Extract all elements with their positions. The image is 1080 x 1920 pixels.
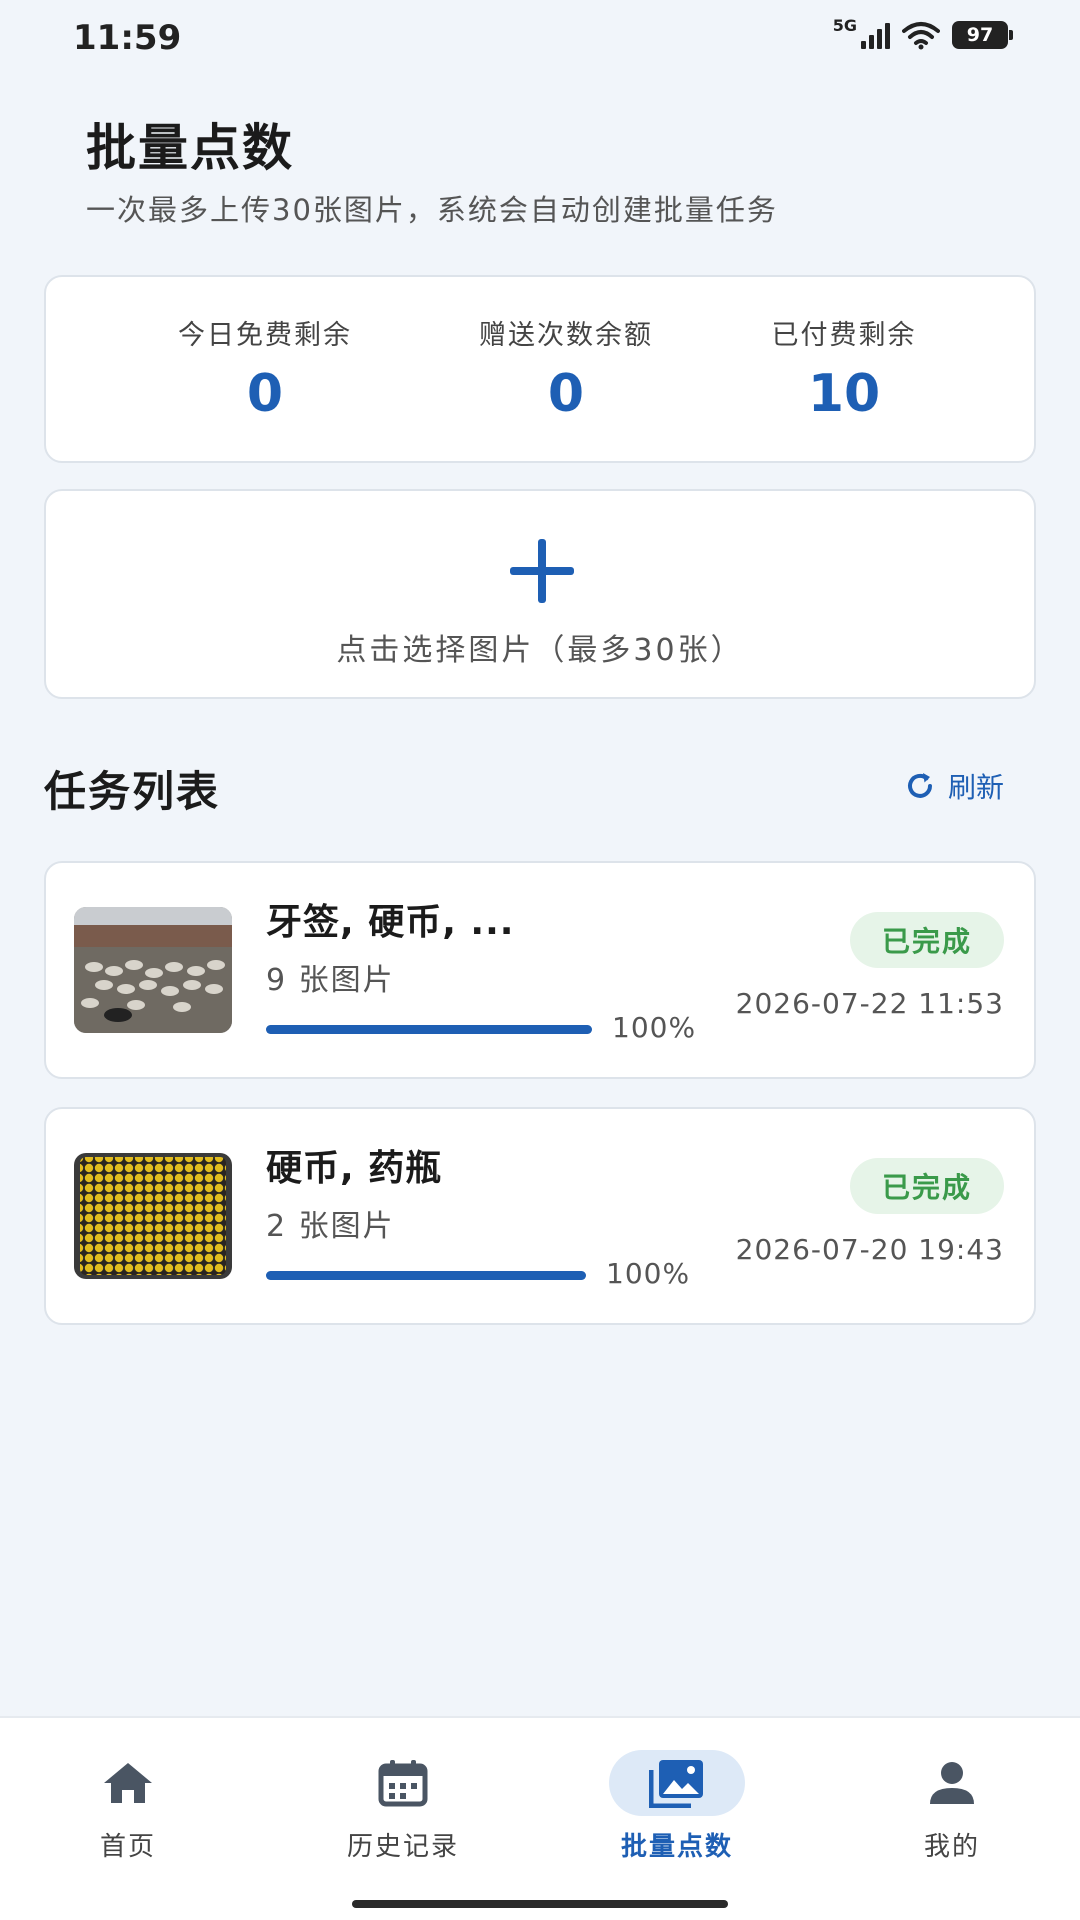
quota-stats-card: 今日免费剩余 0 赠送次数余额 0 已付费剩余 10 [44,275,1036,463]
person-icon [930,1762,974,1804]
task-date: 2026-07-20 19:43 [735,1233,1004,1266]
status-time: 11:59 [73,18,182,58]
nav-item-batch-count[interactable]: 批量点数 [587,1750,767,1863]
stat-value: 0 [547,364,585,424]
task-date: 2026-07-22 11:53 [735,987,1004,1020]
task-progress-label: 100% [612,1011,697,1044]
bottom-nav: 首页 历史记录 批量点数 我的 [0,1716,1080,1920]
refresh-label: 刷新 [947,771,1004,804]
status-badge: 已完成 [850,912,1004,968]
stat-value: 10 [807,364,881,424]
image-icon [649,1760,703,1808]
nav-item-profile[interactable]: 我的 [862,1750,1042,1863]
task-name: 牙签, 硬币, ... [266,902,515,943]
status-badge: 已完成 [850,1158,1004,1214]
task-card[interactable]: 硬币, 药瓶 2 张图片 100% 已完成 2026-07-20 19:43 [44,1107,1036,1325]
task-image-count: 2 张图片 [266,1209,395,1244]
batch-count-page: 11:59 5G 97 批量点数 一次最多上传30张图片，系统会自动创建批量任务… [0,0,1080,1920]
nav-label: 我的 [923,1832,980,1862]
task-card[interactable]: 牙签, 硬币, ... 9 张图片 100% 已完成 2026-07-22 11… [44,861,1036,1079]
stat-value: 0 [246,364,284,424]
stat-label: 今日免费剩余 [178,320,352,351]
progress-fill [266,1271,586,1280]
task-list-title: 任务列表 [44,767,221,816]
task-image-count: 9 张图片 [266,963,395,998]
nav-item-history[interactable]: 历史记录 [313,1750,493,1863]
select-images-label: 点击选择图片（最多30张） [336,633,744,668]
task-progress-label: 100% [606,1257,691,1290]
page-subtitle: 一次最多上传30张图片，系统会自动创建批量任务 [86,193,778,227]
signal-icon [861,21,890,49]
select-images-button[interactable]: 点击选择图片（最多30张） [44,489,1036,699]
task-name: 硬币, 药瓶 [266,1148,443,1189]
stat-paid-remaining: 已付费剩余 10 [714,313,974,424]
wifi-icon [902,22,940,50]
stat-gift-balance: 赠送次数余额 0 [436,313,696,424]
stat-label: 已付费剩余 [771,320,917,351]
nav-label: 批量点数 [620,1832,733,1862]
network-type: 5G [832,15,857,35]
task-progress-bar [266,1025,592,1034]
nav-label: 历史记录 [346,1832,459,1862]
status-icons: 5G 97 [833,16,1013,50]
battery-icon: 97 [952,21,1013,49]
yellow-pills-photo [74,1153,232,1279]
progress-fill [266,1025,592,1034]
refresh-button[interactable]: 刷新 [904,766,1004,806]
plus-icon [510,539,574,603]
task-thumbnail [74,907,232,1033]
calendar-icon [378,1760,428,1807]
home-indicator [352,1900,728,1908]
home-icon [104,1763,152,1803]
nav-item-home[interactable]: 首页 [38,1750,218,1863]
page-title: 批量点数 [86,119,294,177]
refresh-icon [908,773,932,798]
nav-label: 首页 [99,1832,156,1862]
status-bar: 11:59 5G 97 [0,0,1080,80]
task-thumbnail [74,1153,232,1279]
task-progress-bar [266,1271,586,1280]
stat-label: 赠送次数余额 [479,320,653,351]
stat-free-today: 今日免费剩余 0 [135,313,395,424]
sheep-photo [74,907,232,1033]
